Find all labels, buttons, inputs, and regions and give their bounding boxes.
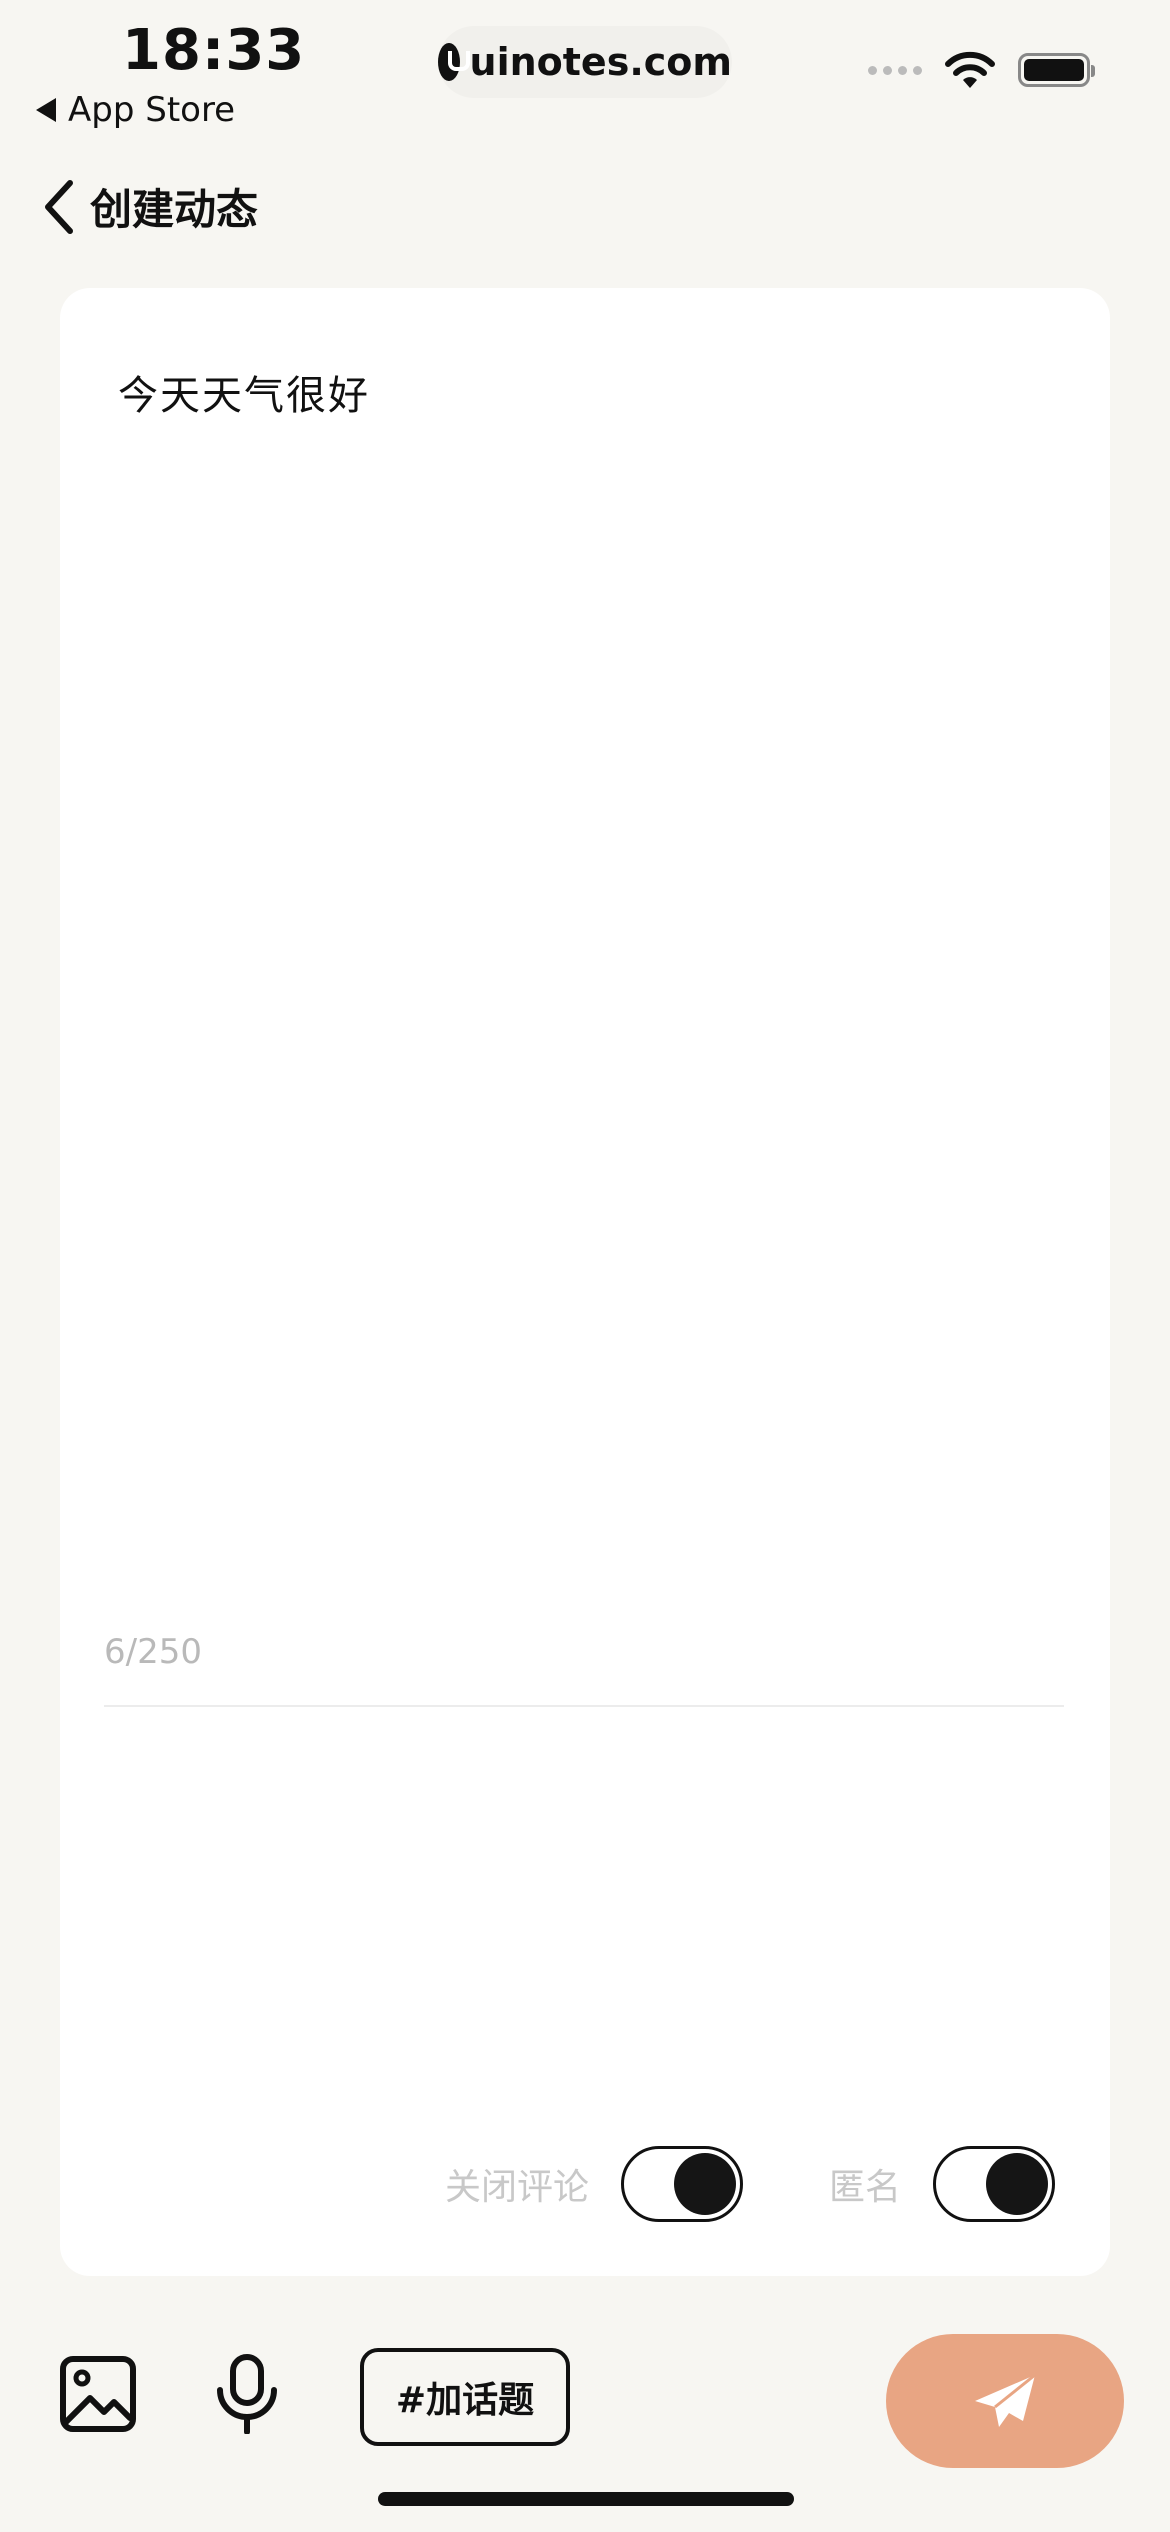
close-comments-toggle[interactable] [620, 2146, 743, 2222]
site-logo-icon [438, 43, 470, 81]
post-editor-card: 今天天气很好 6/250 关闭评论 匿名 [60, 288, 1110, 2276]
anonymous-label: 匿名 [828, 2167, 901, 2208]
back-button[interactable]: 创建动态 [42, 176, 258, 237]
url-text: uinotes.com [469, 40, 732, 84]
back-to-app-store[interactable]: App Store [36, 90, 235, 130]
back-triangle-icon [36, 98, 56, 122]
page-title: 创建动态 [90, 185, 259, 234]
back-app-label: App Store [68, 90, 236, 130]
status-indicators [868, 50, 1095, 90]
chevron-left-icon [45, 179, 73, 234]
microphone-icon[interactable] [214, 2354, 280, 2434]
url-pill[interactable]: uinotes.com [438, 26, 732, 98]
divider [104, 1705, 1064, 1707]
wifi-icon [945, 51, 995, 88]
anonymous-toggle[interactable] [933, 2146, 1055, 2222]
character-counter: 6/250 [104, 1632, 202, 1672]
status-time: 18:33 [122, 18, 306, 83]
paper-plane-icon [975, 2373, 1036, 2427]
home-indicator [378, 2492, 794, 2506]
post-text-input[interactable]: 今天天气很好 [118, 368, 1048, 1568]
add-topic-button[interactable]: #加话题 [360, 2348, 570, 2446]
image-icon[interactable] [60, 2356, 136, 2432]
battery-icon [1018, 53, 1095, 87]
toggle-knob [673, 2153, 736, 2215]
signal-dots-icon [868, 65, 922, 75]
toggle-knob [986, 2153, 1048, 2215]
options-row: 关闭评论 匿名 [445, 2146, 1055, 2222]
send-button[interactable] [886, 2334, 1124, 2468]
close-comments-label: 关闭评论 [444, 2167, 589, 2208]
